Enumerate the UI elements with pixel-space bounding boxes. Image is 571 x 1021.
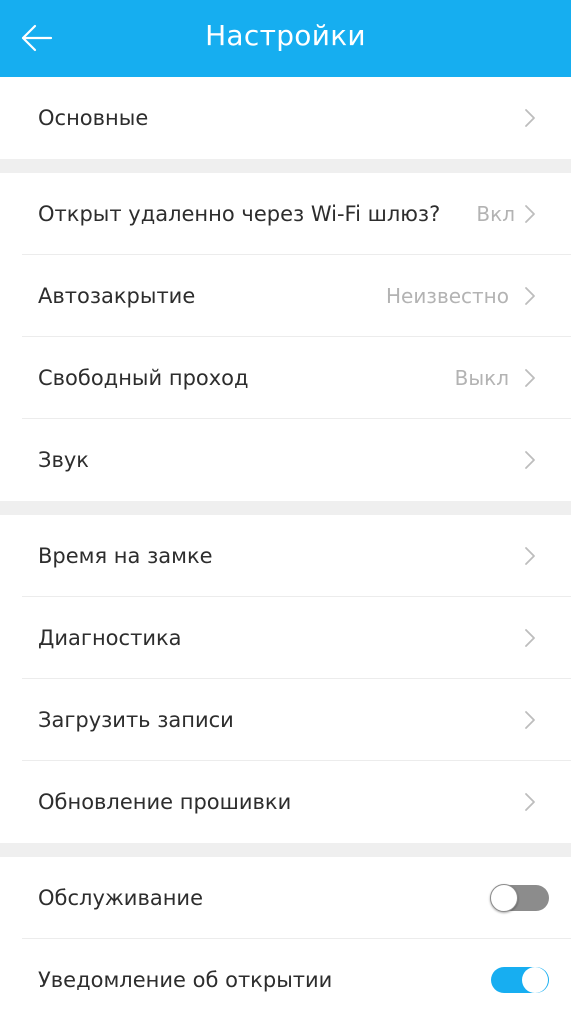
row-label: Основные (38, 106, 149, 130)
chevron-right-icon (519, 201, 541, 227)
row-label: Диагностика (38, 626, 182, 650)
unlock-notification-toggle[interactable] (491, 967, 549, 993)
chevron-right-icon (519, 365, 541, 391)
row-value: Неизвестно (385, 284, 509, 308)
settings-row-maintenance: Обслуживание (0, 857, 571, 939)
row-label: Обновление прошивки (38, 790, 292, 814)
settings-row-auto-lock[interactable]: Автозакрытие Неизвестно (0, 255, 571, 337)
settings-row-diagnostics[interactable]: Диагностика (0, 597, 571, 679)
row-label: Уведомление об открытии (38, 968, 333, 992)
row-value: Вкл (476, 202, 515, 226)
row-label: Автозакрытие (38, 284, 196, 308)
chevron-right-icon (519, 707, 541, 733)
row-label: Открыт удаленно через Wi-Fi шлюз? (38, 202, 441, 226)
settings-row-general[interactable]: Основные (0, 77, 571, 159)
page-title: Настройки (205, 19, 366, 52)
chevron-right-icon (519, 447, 541, 473)
settings-row-upload-records[interactable]: Загрузить записи (0, 679, 571, 761)
chevron-right-icon (519, 625, 541, 651)
app-header: Настройки (0, 0, 571, 77)
row-label: Обслуживание (38, 886, 203, 910)
section-divider (0, 501, 571, 515)
row-value: Выкл (454, 366, 509, 390)
row-label: Звук (38, 448, 89, 472)
row-label: Загрузить записи (38, 708, 234, 732)
settings-row-lock-time[interactable]: Время на замке (0, 515, 571, 597)
row-label: Время на замке (38, 544, 213, 568)
maintenance-toggle[interactable] (490, 884, 549, 912)
toggle-knob (522, 967, 548, 993)
section-divider (0, 159, 571, 173)
settings-row-firmware-update[interactable]: Обновление прошивки (0, 761, 571, 843)
settings-list: Основные Открыт удаленно через Wi-Fi шлю… (0, 77, 571, 1021)
chevron-right-icon (519, 283, 541, 309)
settings-row-unlock-notification: Уведомление об открытии (0, 939, 571, 1021)
chevron-right-icon (519, 105, 541, 131)
toggle-knob (490, 884, 518, 912)
section-divider (0, 843, 571, 857)
settings-row-sound[interactable]: Звук (0, 419, 571, 501)
row-label: Свободный проход (38, 366, 249, 390)
settings-row-wifi-gateway[interactable]: Открыт удаленно через Wi-Fi шлюз? Вкл (0, 173, 571, 255)
chevron-right-icon (519, 543, 541, 569)
settings-row-passage-mode[interactable]: Свободный проход Выкл (0, 337, 571, 419)
chevron-right-icon (519, 789, 541, 815)
